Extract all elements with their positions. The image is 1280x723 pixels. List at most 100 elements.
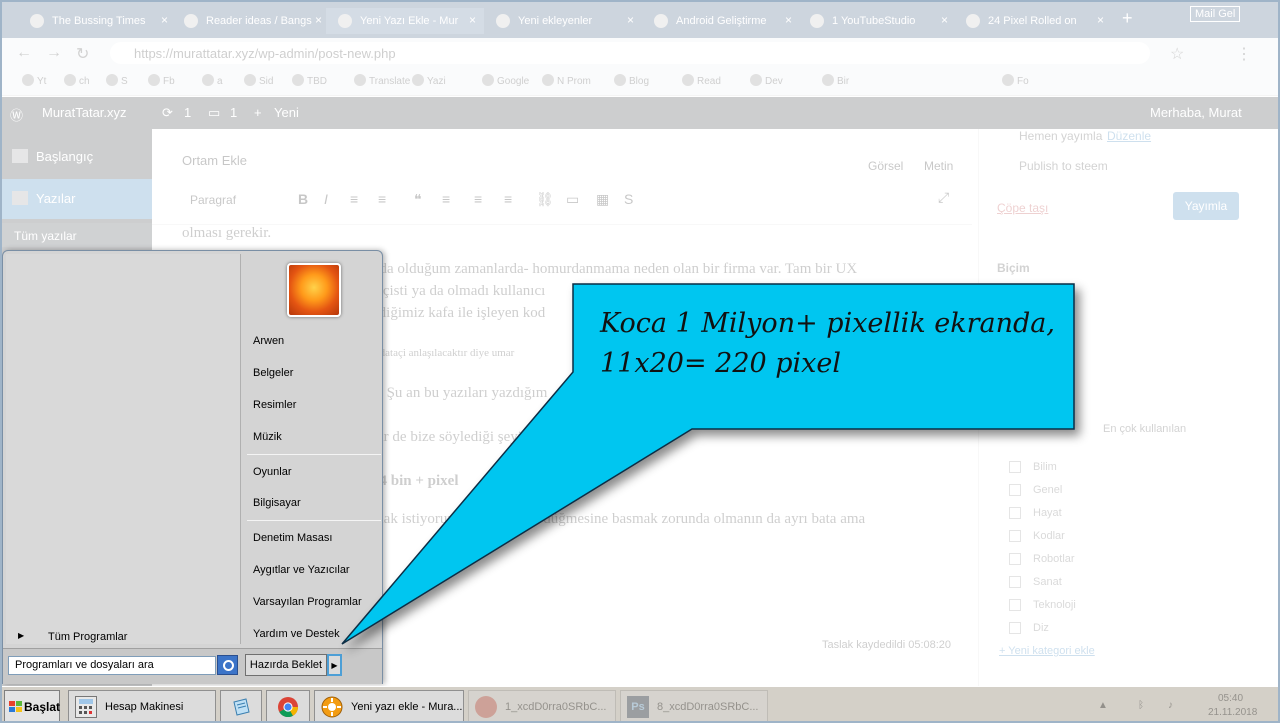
align-right-icon[interactable]: ≡ xyxy=(504,191,512,207)
category-checkbox[interactable] xyxy=(1009,576,1021,588)
all-programs-button[interactable]: ▶ Tüm Programlar xyxy=(10,626,242,648)
clock-time[interactable]: 05:40 xyxy=(1218,693,1243,704)
browser-tab-active[interactable]: Yeni Yazı Ekle - Mur × xyxy=(326,8,484,34)
browser-tab[interactable]: Android Geliştirme × xyxy=(642,8,800,34)
bookmark[interactable]: Blog xyxy=(614,74,649,87)
browser-tab[interactable]: 1 YouTubeStudio × xyxy=(798,8,956,34)
move-to-trash-link[interactable]: Çöpe taşı xyxy=(997,201,1048,215)
start-item-user-folder[interactable]: Arwen xyxy=(253,331,379,353)
tab-text[interactable]: Metin xyxy=(924,159,953,173)
bookmark[interactable]: Dev xyxy=(750,74,783,87)
publish-button[interactable]: Yayımla xyxy=(1173,192,1239,220)
italic-icon[interactable]: I xyxy=(324,191,328,207)
edit-link[interactable]: Düzenle xyxy=(1107,129,1151,143)
taskbar-app-notepad[interactable] xyxy=(220,690,262,721)
start-button[interactable]: Başlat xyxy=(4,690,60,721)
start-item-computer[interactable]: Bilgisayar xyxy=(253,493,379,515)
wp-greeting[interactable]: Merhaba, Murat xyxy=(1150,105,1242,120)
sidebar-subitem-all-posts[interactable]: Tüm yazılar xyxy=(2,223,152,247)
link-icon[interactable]: ⛓ xyxy=(536,191,554,208)
bookmark[interactable]: Translate xyxy=(354,74,410,87)
bookmark[interactable]: TBD xyxy=(292,74,327,87)
search-input[interactable]: Programları ve dosyaları ara xyxy=(8,656,216,675)
add-media-button[interactable]: Ortam Ekle xyxy=(182,153,247,168)
forward-icon[interactable]: → xyxy=(46,44,62,62)
sidebar-item-posts[interactable]: Yazılar xyxy=(2,179,152,219)
browser-tab[interactable]: 24 Pixel Rolled on × xyxy=(954,8,1112,34)
category-checkbox[interactable] xyxy=(1009,507,1021,519)
user-picture-icon[interactable] xyxy=(287,263,341,317)
close-icon[interactable]: × xyxy=(941,13,948,27)
quote-icon[interactable]: ❝ xyxy=(414,191,422,208)
updates-count[interactable]: 1 xyxy=(184,105,191,120)
add-category-link[interactable]: + Yeni kategori ekle xyxy=(999,645,1095,657)
fullscreen-icon[interactable]: ⤢ xyxy=(938,189,949,206)
url-input[interactable]: https://murattatar.xyz/wp-admin/post-new… xyxy=(110,42,1150,64)
taskbar-app-photoshop[interactable]: Ps 8_xcdD0rra0SRbC... xyxy=(620,690,768,721)
wp-site-name[interactable]: MuratTatar.xyz xyxy=(42,105,127,120)
close-icon[interactable]: × xyxy=(315,13,322,27)
start-item-devices-printers[interactable]: Aygıtlar ve Yazıcılar xyxy=(253,560,379,582)
taskbar-app-browser-window[interactable]: Yeni yazı ekle - Mura... xyxy=(314,690,464,721)
bookmark[interactable]: a xyxy=(202,74,223,87)
close-icon[interactable]: × xyxy=(161,13,168,27)
align-center-icon[interactable]: ≡ xyxy=(474,191,482,207)
bookmark[interactable]: Fo xyxy=(1002,74,1029,87)
volume-icon[interactable]: ♪ xyxy=(1168,700,1173,711)
tab-most-used[interactable]: En çok kullanılan xyxy=(1103,423,1186,435)
taskbar-app-calculator[interactable]: Hesap Makinesi xyxy=(68,690,216,721)
read-more-icon[interactable]: ▭ xyxy=(566,191,579,208)
add-new-icon[interactable]: + xyxy=(254,105,262,120)
format-select[interactable]: Paragraf xyxy=(190,193,236,207)
back-icon[interactable]: ← xyxy=(16,44,32,62)
comments-count[interactable]: 1 xyxy=(230,105,237,120)
close-icon[interactable]: × xyxy=(785,13,792,27)
category-checkbox[interactable] xyxy=(1009,622,1021,634)
updates-icon[interactable]: ⟳ xyxy=(162,105,173,121)
browser-tab[interactable]: Reader ideas / Bangs × xyxy=(172,8,330,34)
bookmark[interactable]: Bir xyxy=(822,74,849,87)
close-icon[interactable]: × xyxy=(627,13,634,27)
category-checkbox[interactable] xyxy=(1009,461,1021,473)
start-item-pictures[interactable]: Resimler xyxy=(253,395,379,417)
publish-to-steem-checkbox[interactable]: Publish to steem xyxy=(1019,159,1108,173)
star-icon[interactable]: ☆ xyxy=(1170,44,1184,64)
bold-icon[interactable]: B xyxy=(298,191,308,207)
bookmark[interactable]: Yt xyxy=(22,74,46,87)
shutdown-options-arrow-icon[interactable]: ▶ xyxy=(327,654,342,676)
reload-icon[interactable]: ↻ xyxy=(76,44,89,64)
bookmark[interactable]: Google xyxy=(482,74,529,87)
new-tab-button[interactable]: + xyxy=(1122,8,1133,29)
start-item-documents[interactable]: Belgeler xyxy=(253,363,379,385)
start-item-help-support[interactable]: Yardım ve Destek xyxy=(253,624,379,646)
bookmark[interactable]: Read xyxy=(682,74,721,87)
comments-icon[interactable]: ▭ xyxy=(208,105,220,121)
tray-arrow-icon[interactable]: ▲ xyxy=(1098,700,1108,711)
align-left-icon[interactable]: ≡ xyxy=(442,191,450,207)
search-icon[interactable] xyxy=(217,655,238,675)
browser-tab[interactable]: Yeni ekleyenler × xyxy=(484,8,642,34)
sidebar-item-dashboard[interactable]: Başlangıç xyxy=(2,137,152,177)
window-user-button[interactable]: Mail Gel xyxy=(1190,6,1241,22)
start-item-control-panel[interactable]: Denetim Masası xyxy=(253,528,379,550)
bullet-list-icon[interactable]: ≡ xyxy=(350,191,358,207)
category-checkbox[interactable] xyxy=(1009,484,1021,496)
bluetooth-icon[interactable]: ᛒ xyxy=(1138,700,1144,711)
steem-icon[interactable]: S xyxy=(624,191,633,207)
category-checkbox[interactable] xyxy=(1009,530,1021,542)
menu-icon[interactable]: ⋮ xyxy=(1236,44,1252,64)
numbered-list-icon[interactable]: ≡ xyxy=(378,191,386,207)
taskbar-app-chrome[interactable] xyxy=(266,690,310,721)
clock-date[interactable]: 21.11.2018 xyxy=(1208,707,1257,718)
bookmark[interactable]: Sid xyxy=(244,74,273,87)
start-item-music[interactable]: Müzik xyxy=(253,427,379,449)
bookmark[interactable]: Fb xyxy=(148,74,175,87)
start-item-default-programs[interactable]: Varsayılan Programlar xyxy=(253,592,379,614)
toolbar-toggle-icon[interactable]: ▦ xyxy=(596,191,609,208)
close-icon[interactable]: × xyxy=(469,13,476,27)
hibernate-button[interactable]: Hazırda Beklet xyxy=(245,654,327,676)
wordpress-logo-icon[interactable]: Ⓦ xyxy=(10,105,23,124)
bookmark[interactable]: Yazi xyxy=(412,74,446,87)
category-checkbox[interactable] xyxy=(1009,553,1021,565)
start-item-games[interactable]: Oyunlar xyxy=(253,462,379,484)
